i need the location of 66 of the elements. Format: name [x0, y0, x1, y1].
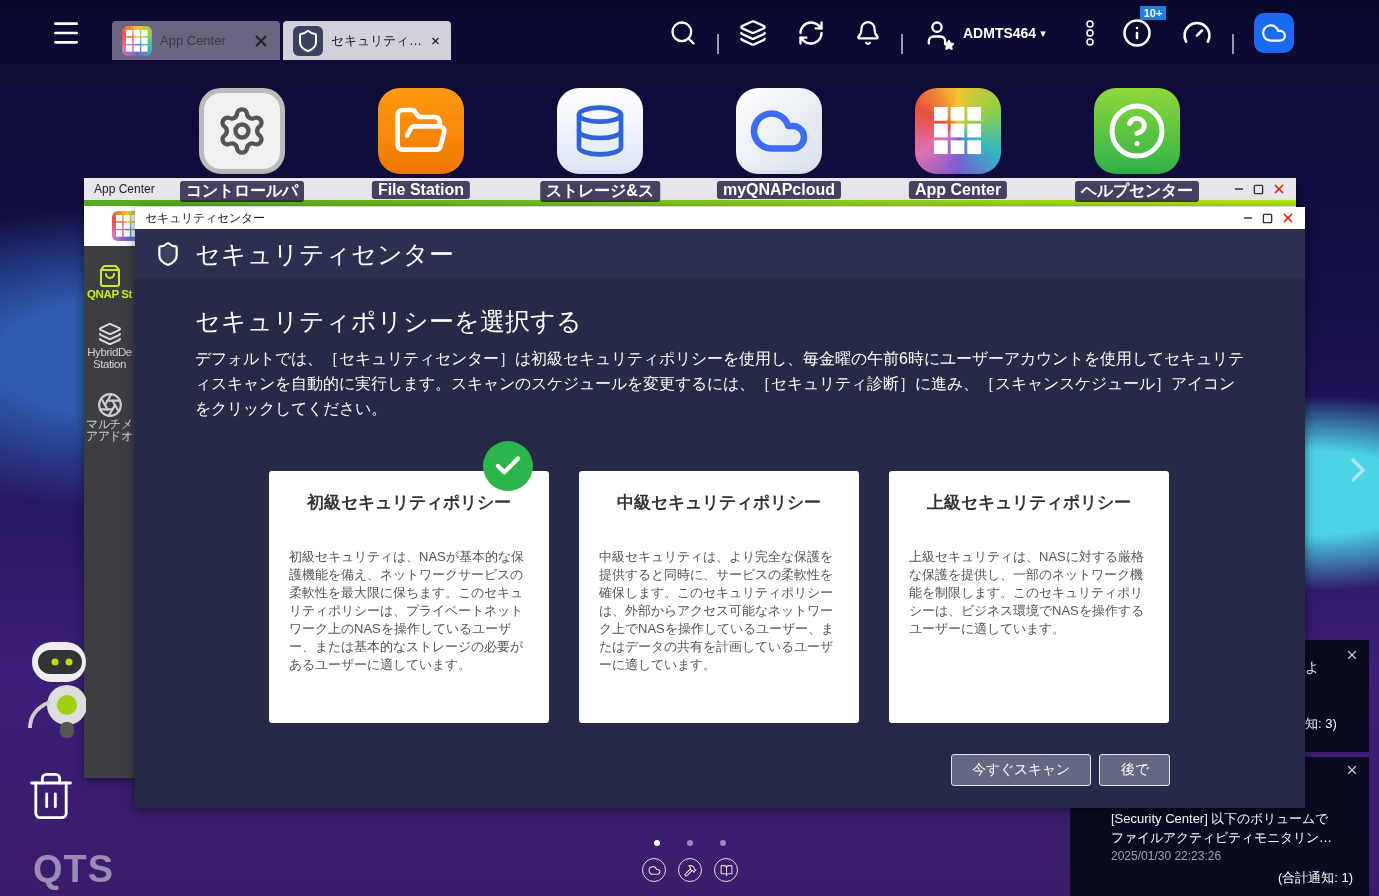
shield-icon	[293, 25, 323, 56]
help-app-icon[interactable]	[1094, 88, 1180, 174]
notification-text: よ	[1305, 658, 1320, 677]
notification-count: 知: 3)	[1305, 715, 1334, 733]
window-tab[interactable]: セキュリティ…	[283, 21, 451, 60]
store-icon	[97, 264, 122, 288]
sidebar-label[interactable]: HybridDe	[87, 346, 132, 358]
app-label: File Station	[371, 181, 471, 199]
sidebar-label[interactable]: QNAP St	[87, 288, 132, 300]
user-name[interactable]: ADMTS464	[963, 25, 1037, 41]
info-icon	[1121, 18, 1152, 48]
policy-title: 初級セキュリティポリシー	[306, 492, 512, 514]
more-button[interactable]	[1085, 20, 1094, 46]
info-button[interactable]	[1121, 18, 1152, 48]
app-grid-icon[interactable]	[915, 88, 1001, 174]
maximize-icon[interactable]	[1253, 183, 1264, 195]
dialog-button[interactable]: 後で	[1099, 754, 1170, 786]
search-button[interactable]	[669, 19, 697, 47]
logo-text: QTS	[33, 848, 115, 891]
more-icon	[1085, 20, 1094, 46]
description-text: デフォルトでは、［セキュリティセンター］は初級セキュリティポリシーを使用し、毎金曜の午前6時にユーザーアカウントを使用してセキュリティスキャンを自動的に実行します。スキャンのスケジュールを変更するには、［セキュリティ診断］に進み、［スキャンスケジュール］アイコンをクリックしてください。	[195, 349, 1245, 419]
storage-app-icon[interactable]	[557, 88, 643, 174]
window-title: App Center	[94, 182, 155, 196]
policy-card[interactable]: 上級セキュリティポリシー 上級セキュリティは、NASに対する厳格な保護を提供し、一部のネットワーク機能を制限します。このセキュリティポリシーは、ビジネス環境でNASを操作するユーザーに適しています。	[889, 471, 1169, 723]
sync-button[interactable]	[797, 19, 825, 47]
policy-title: 上級セキュリティポリシー	[926, 492, 1132, 514]
caret-icon[interactable]: ▾	[1040, 26, 1046, 40]
app-grid-icon	[122, 25, 152, 56]
app-label: ストレージ&ス	[540, 181, 660, 202]
page-dot[interactable]	[720, 840, 726, 846]
close-icon[interactable]	[1345, 763, 1359, 777]
app-label: App Center	[908, 181, 1008, 199]
policy-title: 中級セキュリティポリシー	[616, 492, 822, 514]
sidebar-label[interactable]: Station	[93, 358, 126, 370]
maximize-icon[interactable]	[1262, 212, 1273, 224]
sidebar-label[interactable]: アアドオ	[86, 430, 133, 442]
page-dot[interactable]	[687, 840, 693, 846]
policy-description: 初級セキュリティは、NASが基本的な保護機能を備え、ネットワークサービスの柔軟性を最大限に保ちます。このセキュリティポリシーは、プライベートネットワーク上のNASを操作しているユーザー、または基本的なストレージの必要があるユーザーに適しています。	[289, 548, 525, 674]
close-icon[interactable]	[1345, 648, 1359, 662]
app-label: コントロールパ	[180, 181, 304, 202]
notification-text: ファイルアクティビティモニタリン…	[1111, 829, 1333, 847]
policy-card[interactable]: 中級セキュリティポリシー 中級セキュリティは、より完全な保護を提供すると同時に、サービスの柔軟性を確保します。このセキュリティポリシーは、外部からアクセス可能なネットワーク上でNASを操作しているユーザー、またはデータの共有を計画しているユーザーに適しています。	[579, 471, 859, 723]
page-dot[interactable]	[654, 840, 660, 846]
cloud-app-icon[interactable]	[736, 88, 822, 174]
policy-description: 中級セキュリティは、より完全な保護を提供すると同時に、サービスの柔軟性を確保します。このセキュリティポリシーは、外部からアクセス可能なネットワーク上でNASを操作しているユーザー、またはデータの共有を計画しているユーザーに適しています。	[599, 548, 835, 674]
notification-time: 2025/01/30 22:23:26	[1111, 849, 1223, 863]
bell-button[interactable]	[855, 20, 881, 46]
folder-app-icon[interactable]	[378, 88, 464, 174]
notification-count: (合計通知: 1)	[1276, 869, 1353, 887]
notification-badge: 10+	[1139, 6, 1167, 20]
section-heading: セキュリティポリシーを選択する	[195, 306, 583, 337]
app-title: セキュリティセンター	[195, 238, 454, 270]
window-title: セキュリティセンター	[145, 209, 265, 227]
app-label: myQNAPcloud	[717, 181, 841, 199]
settings-app-icon[interactable]	[199, 88, 285, 174]
stack-icon	[97, 322, 122, 346]
aperture-icon	[96, 392, 123, 418]
sidebar-label[interactable]: マルチメ	[86, 418, 133, 430]
cloud-button[interactable]	[1253, 13, 1294, 53]
shield-icon	[155, 241, 181, 267]
stack-button[interactable]	[739, 19, 767, 47]
app-label: ヘルプセンター	[1075, 181, 1199, 202]
dialog-button[interactable]: 今すぐスキャン	[951, 754, 1091, 786]
policy-description: 上級セキュリティは、NASに対する厳格な保護を提供し、一部のネットワーク機能を制限します。このセキュリティポリシーは、ビジネス環境でNASを操作するユーザーに適しています。	[909, 548, 1145, 638]
policy-card[interactable]: 初級セキュリティポリシー 初級セキュリティは、NASが基本的な保護機能を備え、ネットワークサービスの柔軟性を最大限に保ちます。このセキュリティポリシーは、プライベートネットワーク上のNASを操作しているユーザー、または基本的なストレージの必要があるユーザーに適しています。	[269, 471, 549, 723]
notification-text: [Security Center] 以下のボリュームで	[1111, 810, 1330, 828]
